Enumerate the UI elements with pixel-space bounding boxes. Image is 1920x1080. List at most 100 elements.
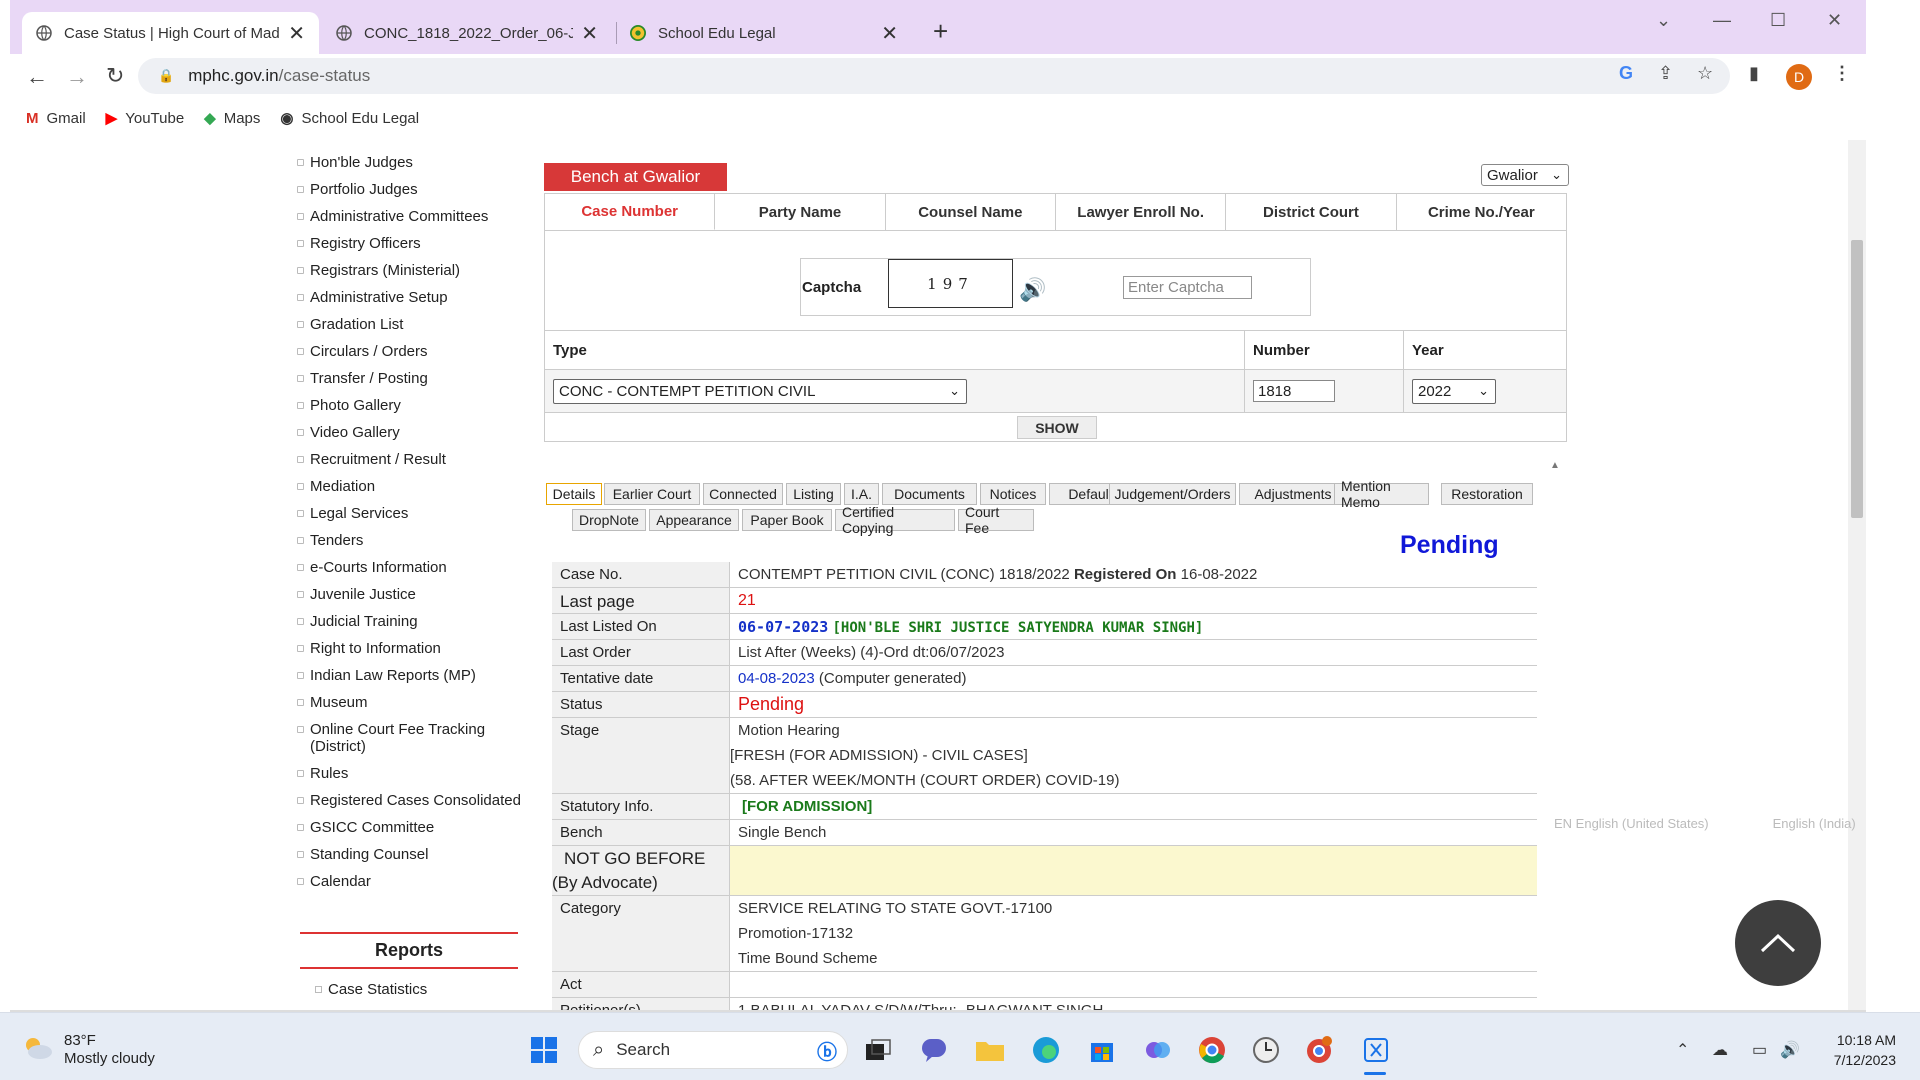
profile-avatar[interactable]: D bbox=[1786, 64, 1812, 90]
nav-item[interactable]: e-Courts Information bbox=[292, 559, 522, 576]
details-tab[interactable]: Court Fee bbox=[958, 504, 1034, 536]
weather-widget[interactable]: 83°F Mostly cloudy bbox=[22, 1032, 155, 1068]
details-tab[interactable]: Appearance bbox=[649, 509, 739, 531]
close-window-button[interactable]: ✕ bbox=[1827, 10, 1842, 31]
forward-icon[interactable]: → bbox=[66, 64, 88, 90]
tray-chevron-up-icon[interactable]: ⌃ bbox=[1676, 1040, 1689, 1060]
tab-party-name[interactable]: Party Name bbox=[715, 194, 886, 230]
nav-item[interactable]: Mediation bbox=[292, 478, 522, 495]
tab-case-number[interactable]: Case Number bbox=[545, 194, 716, 230]
nav-item[interactable]: Recruitment / Result bbox=[292, 451, 522, 468]
onedrive-icon[interactable]: ☁ bbox=[1712, 1040, 1728, 1060]
scroll-to-top-button[interactable] bbox=[1735, 900, 1821, 986]
google-lens-icon[interactable]: G bbox=[1619, 63, 1633, 84]
nav-item[interactable]: Video Gallery bbox=[292, 424, 522, 441]
tab-case-status[interactable]: Case Status | High Court of Madh ✕ bbox=[22, 12, 319, 54]
tab-counsel-name[interactable]: Counsel Name bbox=[886, 194, 1056, 230]
nav-item[interactable]: GSICC Committee bbox=[292, 819, 522, 836]
close-tab-icon[interactable]: ✕ bbox=[881, 21, 898, 46]
tab-school-edu-legal[interactable]: School Edu Legal ✕ bbox=[616, 12, 912, 54]
new-tab-button[interactable]: + bbox=[933, 16, 948, 47]
nav-item[interactable]: Transfer / Posting bbox=[292, 370, 522, 387]
nav-item[interactable]: Calendar bbox=[292, 873, 522, 890]
taskbar-search[interactable]: ⌕ Search ⓑ bbox=[578, 1031, 848, 1069]
language-option[interactable]: English (India) bbox=[1773, 816, 1856, 831]
share-icon[interactable]: ⇪ bbox=[1658, 63, 1673, 84]
nav-item[interactable]: Museum bbox=[292, 694, 522, 711]
details-tab[interactable]: I.A. bbox=[844, 483, 879, 505]
nav-item[interactable]: Judicial Training bbox=[292, 613, 522, 630]
nav-item[interactable]: Registered Cases Consolidated bbox=[292, 792, 522, 809]
nav-item[interactable]: Administrative Setup bbox=[292, 289, 522, 306]
case-type-select[interactable]: CONC - CONTEMPT PETITION CIVIL ⌄ bbox=[553, 378, 967, 404]
speaker-icon[interactable]: 🔊 bbox=[1019, 277, 1046, 303]
network-icon[interactable]: ▭ bbox=[1752, 1040, 1767, 1060]
details-tab[interactable]: Notices bbox=[980, 483, 1046, 505]
page-scrollbar[interactable] bbox=[1848, 140, 1866, 1012]
nav-item[interactable]: Registry Officers bbox=[292, 235, 522, 252]
captcha-input[interactable]: Enter Captcha bbox=[1123, 276, 1252, 299]
show-button[interactable]: SHOW bbox=[1017, 416, 1097, 439]
bench-gwalior-button[interactable]: Bench at Gwalior bbox=[544, 163, 727, 191]
nav-item[interactable]: Legal Services bbox=[292, 505, 522, 522]
store-icon[interactable] bbox=[1086, 1034, 1118, 1066]
teams-chat-icon[interactable] bbox=[918, 1034, 950, 1066]
tab-search-icon[interactable]: ⌄ bbox=[1656, 10, 1671, 31]
tab-crime-no-year[interactable]: Crime No./Year bbox=[1397, 194, 1566, 230]
address-bar[interactable]: 🔒 mphc.gov.in/case-status bbox=[138, 58, 1730, 94]
snipping-tool-icon[interactable] bbox=[1360, 1034, 1392, 1066]
year-select[interactable]: 2022 ⌄ bbox=[1412, 378, 1496, 404]
volume-icon[interactable]: 🔊 bbox=[1780, 1040, 1800, 1060]
scrollbar-thumb[interactable] bbox=[1851, 240, 1863, 518]
details-tab[interactable]: Restoration bbox=[1441, 483, 1533, 505]
details-tab[interactable]: Judgement/Orders bbox=[1109, 483, 1236, 505]
minimize-button[interactable]: — bbox=[1713, 10, 1731, 31]
reload-icon[interactable]: ↻ bbox=[106, 63, 124, 89]
chrome-profile-icon[interactable] bbox=[1304, 1034, 1336, 1066]
language-option[interactable]: EN English (United States) bbox=[1554, 816, 1709, 831]
details-tab[interactable]: Earlier Court bbox=[604, 483, 700, 505]
nav-item[interactable]: Portfolio Judges bbox=[292, 181, 522, 198]
nav-item[interactable]: Photo Gallery bbox=[292, 397, 522, 414]
tab-lawyer-enroll[interactable]: Lawyer Enroll No. bbox=[1056, 194, 1227, 230]
edge-icon[interactable] bbox=[1030, 1034, 1062, 1066]
details-tab[interactable]: Details bbox=[546, 483, 602, 505]
details-tab[interactable]: Adjustments bbox=[1239, 483, 1347, 505]
nav-item[interactable]: Administrative Committees bbox=[292, 208, 522, 225]
nav-item[interactable]: Tenders bbox=[292, 532, 522, 549]
bookmark-school-edu-legal[interactable]: ◉ School Edu Legal bbox=[280, 109, 419, 128]
reports-case-statistics[interactable]: Case Statistics bbox=[310, 981, 427, 998]
bookmark-youtube[interactable]: ▶ YouTube bbox=[106, 109, 185, 128]
taskbar-clock[interactable]: 10:18 AM 7/12/2023 bbox=[1812, 1030, 1896, 1070]
close-tab-icon[interactable]: ✕ bbox=[288, 21, 305, 46]
bookmark-gmail[interactable]: M Gmail bbox=[26, 110, 86, 127]
details-tab[interactable]: Connected bbox=[703, 483, 783, 505]
task-view-icon[interactable] bbox=[862, 1034, 894, 1066]
tab-district-court[interactable]: District Court bbox=[1226, 194, 1397, 230]
maximize-button[interactable]: ☐ bbox=[1770, 10, 1786, 31]
bookmark-maps[interactable]: ◆ Maps bbox=[204, 109, 260, 128]
nav-item[interactable]: Rules bbox=[292, 765, 522, 782]
back-icon[interactable]: ← bbox=[26, 64, 48, 90]
close-tab-icon[interactable]: ✕ bbox=[581, 21, 598, 46]
bookmark-star-icon[interactable]: ☆ bbox=[1697, 63, 1713, 84]
nav-item[interactable]: Right to Information bbox=[292, 640, 522, 657]
details-tab[interactable]: DropNote bbox=[572, 509, 646, 531]
nav-item[interactable]: Standing Counsel bbox=[292, 846, 522, 863]
details-tab[interactable]: Listing bbox=[786, 483, 841, 505]
nav-item[interactable]: Registrars (Ministerial) bbox=[292, 262, 522, 279]
details-tab[interactable]: Documents bbox=[882, 483, 977, 505]
nav-item[interactable]: Gradation List bbox=[292, 316, 522, 333]
scroll-up-arrow-icon[interactable]: ▲ bbox=[1550, 460, 1560, 471]
nav-item[interactable]: Juvenile Justice bbox=[292, 586, 522, 603]
file-explorer-icon[interactable] bbox=[974, 1034, 1006, 1066]
nav-item[interactable]: Online Court Fee Tracking (District) bbox=[292, 721, 522, 755]
details-tab[interactable]: Certified Copying bbox=[835, 504, 955, 536]
nav-item[interactable]: Hon'ble Judges bbox=[292, 154, 522, 171]
copilot-icon[interactable] bbox=[1142, 1034, 1174, 1066]
case-number-input[interactable]: 1818 bbox=[1253, 380, 1335, 402]
clock-app-icon[interactable] bbox=[1250, 1034, 1282, 1066]
menu-kebab-icon[interactable]: ⋮ bbox=[1833, 63, 1851, 84]
windows-start-icon[interactable] bbox=[528, 1034, 560, 1066]
nav-item[interactable]: Circulars / Orders bbox=[292, 343, 522, 360]
